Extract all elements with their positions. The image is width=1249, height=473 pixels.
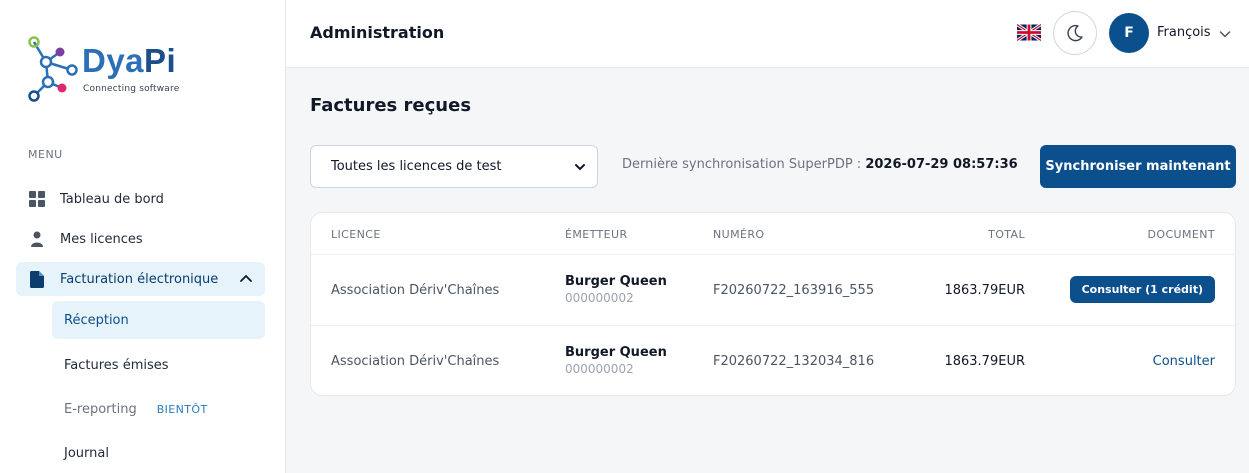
- cell-licence: Association Dériv'Chaînes: [331, 283, 500, 298]
- sidebar-subitem-label: E-reporting: [64, 401, 137, 417]
- column-header-emetteur: ÉMETTEUR: [565, 228, 628, 241]
- column-header-numero: NUMÉRO: [713, 228, 765, 241]
- consult-link[interactable]: Consulter: [1153, 354, 1215, 369]
- logo-tagline: Connecting software: [83, 84, 180, 94]
- header-title: Administration: [310, 23, 445, 42]
- license-select-value: Toutes les licences de test: [331, 159, 502, 174]
- sidebar-item-label: Mes licences: [60, 231, 143, 247]
- logo-wordmark: DyaPi: [82, 42, 176, 80]
- user-icon: [28, 230, 46, 248]
- sidebar-subitem-label: Réception: [64, 312, 129, 328]
- cell-total: 1863.79EUR: [944, 354, 1025, 369]
- sidebar: DyaPi Connecting software MENU Tableau d…: [0, 0, 286, 473]
- chevron-down-icon: [575, 164, 585, 171]
- last-sync-label: Dernière synchronisation SuperPDP :: [622, 157, 862, 172]
- last-sync-time: 2026-07-29 08:57:36: [865, 157, 1018, 172]
- top-header: Administration F François: [286, 0, 1249, 68]
- sync-now-button[interactable]: Synchroniser maintenant: [1040, 145, 1236, 188]
- cell-licence: Association Dériv'Chaînes: [331, 354, 500, 369]
- sidebar-item-facturation[interactable]: Facturation électronique: [16, 262, 265, 296]
- cell-emetteur: Burger Queen 000000002: [565, 345, 667, 376]
- table-row: Association Dériv'Chaînes Burger Queen 0…: [311, 254, 1235, 325]
- logo-wordmark-dya: Dya: [82, 42, 145, 79]
- issuer-id: 000000002: [565, 362, 634, 376]
- logo-molecule-icon: [28, 36, 78, 102]
- cell-numero: F20260722_163916_555: [713, 283, 875, 298]
- table-row: Association Dériv'Chaînes Burger Queen 0…: [311, 325, 1235, 396]
- user-avatar[interactable]: F: [1109, 13, 1149, 53]
- uk-flag-icon[interactable]: [1017, 24, 1041, 41]
- theme-toggle-button[interactable]: [1053, 11, 1097, 55]
- issuer-id: 000000002: [565, 291, 634, 305]
- chevron-up-icon[interactable]: [239, 271, 253, 289]
- cell-emetteur: Burger Queen 000000002: [565, 274, 667, 305]
- sidebar-subitem-factures-emises[interactable]: Factures émises: [52, 346, 265, 384]
- grid-icon: [28, 190, 46, 208]
- dyapi-logo[interactable]: DyaPi Connecting software: [26, 36, 206, 106]
- sidebar-item-label: Tableau de bord: [60, 191, 164, 207]
- sidebar-item-label: Facturation électronique: [60, 271, 219, 287]
- license-select[interactable]: Toutes les licences de test: [310, 145, 598, 188]
- sidebar-subitem-label: Journal: [64, 445, 109, 461]
- sidebar-item-licences[interactable]: Mes licences: [28, 230, 143, 248]
- column-header-total: TOTAL: [988, 228, 1025, 241]
- chevron-down-icon[interactable]: [1219, 28, 1231, 40]
- document-icon: [28, 270, 46, 288]
- sidebar-subitem-e-reporting: E-reporting BIENTÔT: [52, 390, 265, 428]
- issuer-name: Burger Queen: [565, 345, 667, 360]
- page-title: Factures reçues: [310, 95, 472, 116]
- cell-numero: F20260722_132034_816: [713, 354, 875, 369]
- column-header-document: DOCUMENT: [1147, 228, 1215, 241]
- sidebar-item-dashboard[interactable]: Tableau de bord: [28, 190, 164, 208]
- cell-total: 1863.79EUR: [944, 283, 1025, 298]
- column-header-licence: LICENCE: [331, 228, 381, 241]
- invoices-table: LICENCE ÉMETTEUR NUMÉRO TOTAL DOCUMENT A…: [310, 212, 1236, 396]
- user-name[interactable]: François: [1157, 25, 1211, 40]
- logo-wordmark-pi: Pi: [144, 42, 177, 79]
- coming-soon-badge: BIENTÔT: [156, 402, 208, 416]
- sidebar-subitem-reception[interactable]: Réception: [52, 301, 265, 339]
- issuer-name: Burger Queen: [565, 274, 667, 289]
- sidebar-subitem-journal[interactable]: Journal: [52, 434, 265, 472]
- last-sync-info: Dernière synchronisation SuperPDP : 2026…: [622, 157, 1018, 172]
- sidebar-subitem-label: Factures émises: [64, 357, 169, 373]
- consult-credit-button[interactable]: Consulter (1 crédit): [1069, 276, 1215, 303]
- menu-section-title: MENU: [28, 148, 63, 161]
- moon-icon: [1067, 24, 1083, 42]
